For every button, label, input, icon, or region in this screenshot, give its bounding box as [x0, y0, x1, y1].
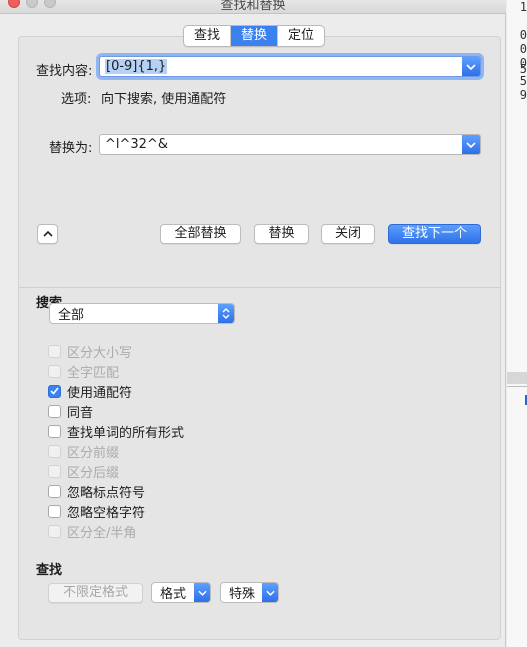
window-title: 查找和替换: [220, 0, 286, 13]
search-direction-select[interactable]: 全部: [49, 303, 235, 324]
checkbox-label: 使用通配符: [67, 385, 133, 401]
replace-button[interactable]: 替换: [254, 224, 309, 244]
checkbox-box: [48, 424, 61, 438]
replace-label: 替换为:: [49, 141, 93, 156]
special-menu-label: 特殊: [229, 587, 256, 602]
match-case-checkbox[interactable]: 区分大小写: [48, 342, 133, 361]
checkbox-label: 查找单词的所有形式: [67, 425, 185, 441]
collapse-options-button[interactable]: [37, 224, 58, 244]
whole-word-checkbox[interactable]: 全字匹配: [48, 362, 120, 381]
chevron-down-icon: [194, 583, 210, 602]
checkbox-box: [48, 524, 61, 538]
use-wildcards-checkbox[interactable]: 使用通配符: [48, 382, 133, 401]
find-input-value: [0-9]{1,}: [105, 59, 168, 74]
checkbox-label: 忽略标点符号: [67, 485, 146, 501]
background-text: 1: [519, 0, 527, 14]
updown-arrows-icon: [218, 304, 234, 323]
checkbox-label: 区分大小写: [67, 345, 133, 361]
dialog-panel: 查找内容: [0-9]{1,} 选项: 向下搜索, 使用通配符 替换为: ^l^…: [18, 36, 501, 640]
section-divider: [19, 287, 500, 288]
tab-find[interactable]: 查找: [184, 26, 232, 46]
tab-goto[interactable]: 定位: [278, 26, 324, 46]
checkbox-label: 区分后缀: [67, 465, 120, 481]
mode-tabs: 查找 替换 定位: [183, 25, 326, 47]
chevron-down-icon: [466, 141, 476, 148]
background-ruler: [507, 372, 527, 384]
checkbox-box: [48, 344, 61, 358]
background-divider: [507, 386, 527, 387]
checkbox-box: [48, 504, 61, 518]
chevron-down-icon: [262, 583, 278, 602]
checkbox-box: [48, 404, 61, 418]
ignore-whitespace-checkbox[interactable]: 忽略空格字符: [48, 502, 146, 521]
replace-history-dropdown[interactable]: [462, 135, 480, 154]
background-text: 0: [519, 42, 527, 56]
checkbox-label: 区分全/半角: [67, 525, 137, 541]
checkbox-label: 同音: [67, 405, 94, 421]
ignore-punctuation-checkbox[interactable]: 忽略标点符号: [48, 482, 146, 501]
checkbox-label: 区分前缀: [67, 445, 120, 461]
chevron-down-icon: [466, 63, 476, 70]
checkbox-label: 忽略空格字符: [67, 505, 146, 521]
search-direction-value: 全部: [58, 308, 85, 323]
find-input[interactable]: [0-9]{1,}: [99, 56, 481, 77]
sounds-like-checkbox[interactable]: 同音: [48, 402, 94, 421]
background-text: 5: [519, 74, 527, 88]
checkbox-box: [48, 484, 61, 498]
background-text: 0: [519, 28, 527, 42]
tab-replace[interactable]: 替换: [231, 26, 279, 46]
checkbox-box: [48, 364, 61, 378]
checkbox-box: [48, 464, 61, 478]
replace-all-button[interactable]: 全部替换: [160, 224, 241, 244]
checkbox-box: [48, 444, 61, 458]
find-section-heading: 查找: [36, 563, 63, 578]
chevron-up-icon: [42, 230, 53, 237]
match-prefix-checkbox[interactable]: 区分前缀: [48, 442, 120, 461]
format-menu-button[interactable]: 格式: [151, 582, 211, 603]
all-word-forms-checkbox[interactable]: 查找单词的所有形式: [48, 422, 185, 441]
replace-input-value: ^l^32^&: [105, 137, 168, 152]
find-replace-dialog: 查找内容: [0-9]{1,} 选项: 向下搜索, 使用通配符 替换为: ^l^…: [0, 14, 506, 647]
checkbox-label: 全字匹配: [67, 365, 120, 381]
match-width-checkbox[interactable]: 区分全/半角: [48, 522, 137, 541]
background-document: 1 0 0 0 5 5 9: [507, 0, 527, 647]
match-suffix-checkbox[interactable]: 区分后缀: [48, 462, 120, 481]
find-history-dropdown[interactable]: [462, 57, 480, 76]
background-text: 9: [519, 88, 527, 102]
format-menu-label: 格式: [160, 587, 187, 602]
checkmark-icon: [48, 384, 61, 398]
options-label: 选项:: [61, 92, 92, 107]
special-menu-button[interactable]: 特殊: [220, 582, 279, 603]
find-label: 查找内容:: [36, 64, 93, 79]
close-button[interactable]: 关闭: [321, 224, 375, 244]
find-next-button[interactable]: 查找下一个: [388, 224, 481, 244]
replace-input[interactable]: ^l^32^&: [99, 134, 481, 155]
no-formatting-button[interactable]: 不限定格式: [48, 583, 143, 603]
options-value: 向下搜索, 使用通配符: [101, 92, 227, 107]
title-bar: 查找和替换: [0, 0, 506, 14]
